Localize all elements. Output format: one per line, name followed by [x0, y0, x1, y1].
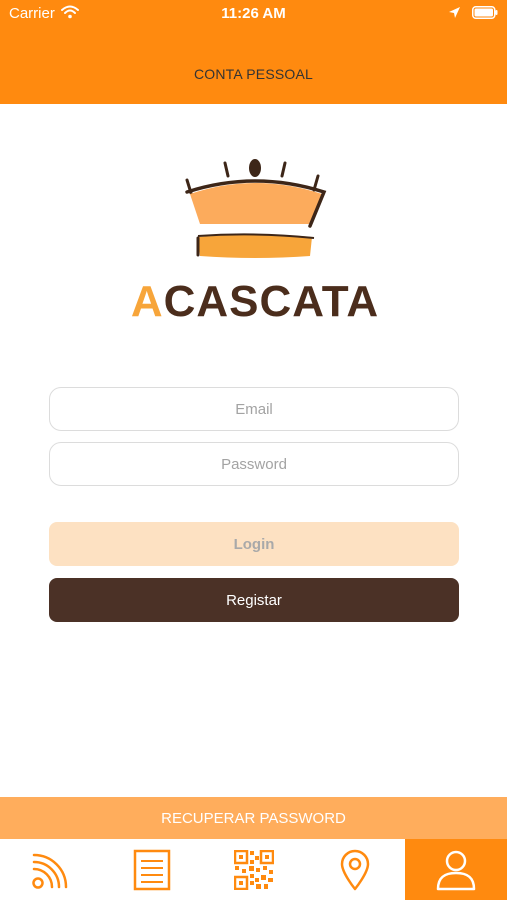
clock-time: 11:26 AM	[221, 5, 286, 22]
email-field[interactable]	[49, 387, 459, 431]
brand-logo: ACASCATA	[120, 152, 390, 327]
recover-password-button[interactable]: RECUPERAR PASSWORD	[0, 797, 507, 839]
brand-rest: CASCATA	[164, 277, 380, 326]
tab-account[interactable]	[405, 839, 507, 900]
tab-feed[interactable]	[0, 839, 101, 900]
login-button[interactable]: Login	[49, 522, 459, 566]
status-bar: Carrier 11:26 AM	[0, 0, 507, 27]
location-arrow-icon	[449, 7, 460, 18]
rss-icon	[31, 853, 67, 889]
register-button[interactable]: Registar	[49, 578, 459, 622]
tab-location[interactable]	[304, 839, 405, 900]
brand-first-letter: A	[131, 277, 164, 326]
qr-code-icon	[233, 849, 274, 890]
brand-name: ACASCATA	[131, 277, 379, 326]
tab-qr[interactable]	[203, 839, 304, 900]
map-pin-icon	[340, 849, 369, 890]
crown-logo-icon: ACASCATA	[131, 159, 379, 326]
battery-icon	[472, 6, 498, 19]
user-icon	[436, 850, 476, 890]
tab-menu[interactable]	[101, 839, 203, 900]
page-title: CONTA PESSOAL	[0, 27, 507, 104]
tab-bar	[0, 839, 507, 900]
document-list-icon	[133, 849, 171, 890]
password-field[interactable]	[49, 442, 459, 486]
